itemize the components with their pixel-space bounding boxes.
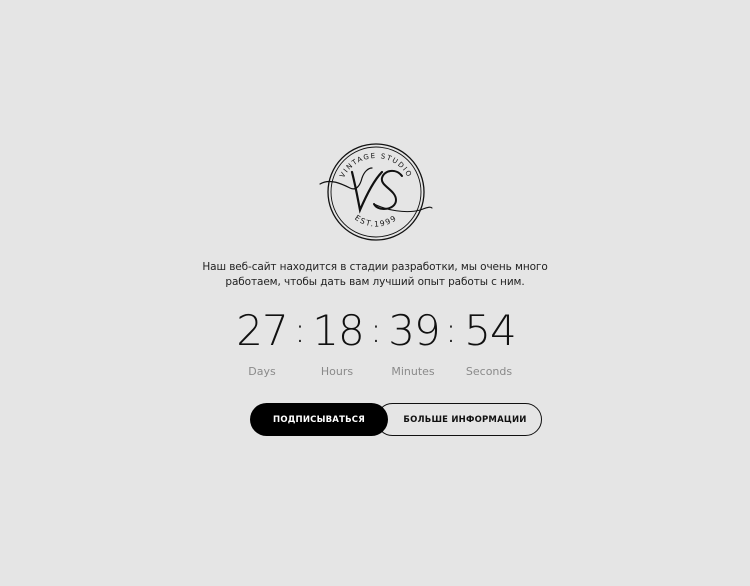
countdown-timer: 27 : 18 : 39 : 54 bbox=[0, 306, 750, 356]
separator: : bbox=[370, 311, 382, 351]
subscribe-button[interactable]: ПОДПИСЫВАТЬСЯ bbox=[250, 403, 388, 436]
days-value: 27 bbox=[236, 306, 288, 355]
vintage-studio-logo: VINTAGE STUDIO EST.1999 bbox=[316, 138, 436, 248]
days-label: Days bbox=[248, 365, 276, 378]
hours-label: Hours bbox=[320, 365, 354, 378]
description-line-1: Наш веб-сайт находится в стадии разработ… bbox=[202, 261, 548, 273]
description-text: Наш веб-сайт находится в стадии разработ… bbox=[200, 260, 550, 290]
seconds-value: 54 bbox=[464, 306, 516, 355]
minutes-value: 39 bbox=[388, 306, 440, 355]
more-info-button[interactable]: БОЛЬШЕ ИНФОРМАЦИИ bbox=[376, 403, 542, 436]
separator: : bbox=[294, 311, 306, 351]
logo-monogram bbox=[319, 167, 433, 214]
hours-value: 18 bbox=[312, 306, 364, 355]
separator: : bbox=[445, 311, 457, 351]
seconds-label: Seconds bbox=[465, 365, 513, 378]
minutes-label: Minutes bbox=[391, 365, 435, 378]
logo-bottom-text: EST.1999 bbox=[353, 213, 399, 229]
description-line-2: работаем, чтобы дать вам лучший опыт раб… bbox=[225, 276, 525, 288]
